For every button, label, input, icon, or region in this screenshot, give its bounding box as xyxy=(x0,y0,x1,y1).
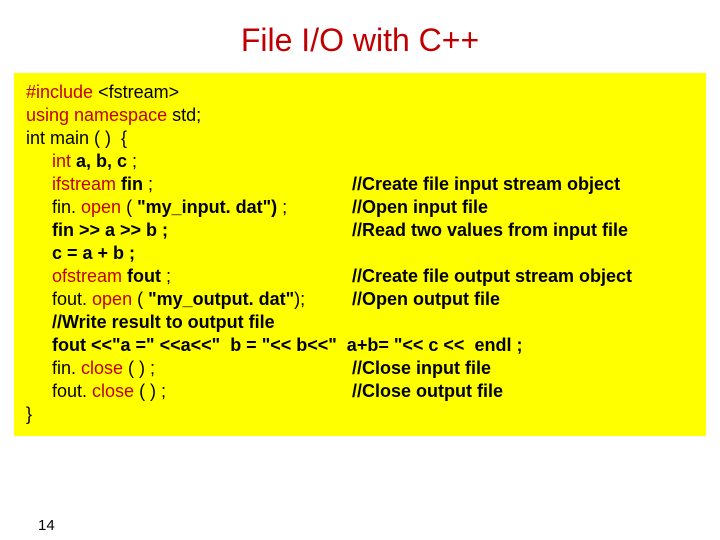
code-keyword: ofstream xyxy=(52,266,122,286)
code-left: fout. open ( "my_output. dat"); xyxy=(52,288,352,311)
slide: File I/O with C++ #include <fstream> usi… xyxy=(0,22,720,540)
code-bold: fout xyxy=(122,266,166,286)
code-text: ; xyxy=(148,174,153,194)
code-text: fin. xyxy=(52,358,81,378)
code-bold: fin xyxy=(116,174,148,194)
code-line: fout. close ( ) ; //Close output file xyxy=(26,380,696,403)
code-text: ( xyxy=(132,289,148,309)
code-text: ; xyxy=(132,151,137,171)
code-comment: //Create file input stream object xyxy=(352,173,620,196)
code-left: fin >> a >> b ; xyxy=(52,219,352,242)
page-number: 14 xyxy=(38,517,55,534)
code-text: <fstream> xyxy=(98,82,179,102)
code-text: ; xyxy=(166,266,171,286)
code-line: int main ( ) { xyxy=(26,127,696,150)
code-comment: //Read two values from input file xyxy=(352,219,628,242)
code-bold: a, b, c xyxy=(71,151,132,171)
slide-title: File I/O with C++ xyxy=(0,22,720,59)
code-line: fout. open ( "my_output. dat"); //Open o… xyxy=(26,288,696,311)
code-left: ifstream fin ; xyxy=(52,173,352,196)
code-line: //Write result to output file xyxy=(26,311,696,334)
code-keyword: ifstream xyxy=(52,174,116,194)
code-line: fout <<"a =" <<a<<" b = "<< b<<" a+b= "<… xyxy=(26,334,696,357)
code-keyword: close xyxy=(81,358,123,378)
code-bold: "my_input. dat") xyxy=(137,197,282,217)
code-line: int a, b, c ; xyxy=(26,150,696,173)
code-text: fout. xyxy=(52,381,92,401)
code-line: #include <fstream> xyxy=(26,81,696,104)
code-text: ( ) ; xyxy=(123,358,155,378)
code-left: fin. close ( ) ; xyxy=(52,357,352,380)
code-keyword: using namespace xyxy=(26,105,167,125)
code-keyword: #include xyxy=(26,82,98,102)
code-left: ofstream fout ; xyxy=(52,265,352,288)
code-line: ofstream fout ; //Create file output str… xyxy=(26,265,696,288)
code-line: fin. close ( ) ; //Close input file xyxy=(26,357,696,380)
code-line: ifstream fin ; //Create file input strea… xyxy=(26,173,696,196)
code-left: fin. open ( "my_input. dat") ; xyxy=(52,196,352,219)
code-text: ( xyxy=(121,197,137,217)
code-line: using namespace std; xyxy=(26,104,696,127)
code-text: ; xyxy=(282,197,287,217)
code-keyword: open xyxy=(81,197,121,217)
code-line: fin. open ( "my_input. dat") ; //Open in… xyxy=(26,196,696,219)
code-keyword: open xyxy=(92,289,132,309)
code-comment: //Close input file xyxy=(352,357,491,380)
code-bold: "my_output. dat" xyxy=(148,289,294,309)
code-keyword: int xyxy=(52,151,71,171)
code-text: ); xyxy=(294,289,305,309)
code-keyword: close xyxy=(92,381,134,401)
code-line: } xyxy=(26,403,696,426)
code-text: std; xyxy=(167,105,201,125)
code-line: fin >> a >> b ; //Read two values from i… xyxy=(26,219,696,242)
code-text: fout. xyxy=(52,289,92,309)
code-text: fin. xyxy=(52,197,81,217)
code-left: fout. close ( ) ; xyxy=(52,380,352,403)
code-box: #include <fstream> using namespace std; … xyxy=(14,73,706,436)
code-text: ( ) ; xyxy=(134,381,166,401)
code-comment: //Create file output stream object xyxy=(352,265,632,288)
code-comment: //Close output file xyxy=(352,380,503,403)
code-comment: //Open input file xyxy=(352,196,488,219)
code-comment: //Open output file xyxy=(352,288,500,311)
code-line: c = a + b ; xyxy=(26,242,696,265)
